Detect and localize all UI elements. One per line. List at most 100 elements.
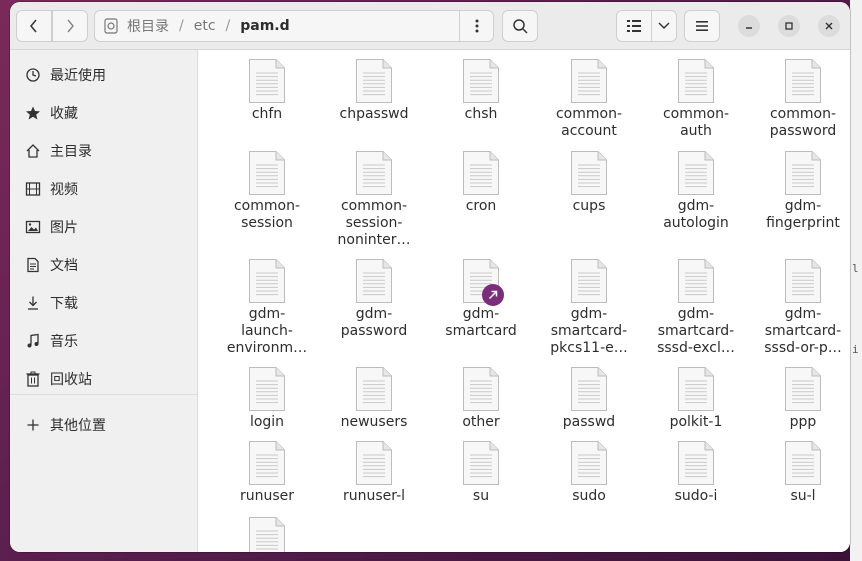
plus-icon	[24, 418, 42, 432]
disk-icon	[104, 18, 118, 34]
file-item[interactable]: gdm- smartcard- sssd-excl…	[643, 258, 749, 357]
sidebar-item-other-locations[interactable]: 其他位置	[10, 408, 198, 442]
file-item[interactable]: chsh	[428, 58, 534, 123]
file-name: gdm- smartcard- pkcs11-e…	[550, 306, 628, 356]
main-menu-button[interactable]	[684, 10, 720, 42]
file-name: other	[462, 414, 500, 430]
file-item[interactable]: passwd	[536, 366, 642, 431]
back-button[interactable]	[16, 10, 52, 42]
file-item[interactable]: su-l	[750, 440, 850, 505]
download-icon	[24, 295, 42, 311]
file-item[interactable]: gdm- smartcard- sssd-or-p…	[750, 258, 850, 357]
clock-icon	[24, 67, 42, 83]
file-item[interactable]: runuser-l	[321, 440, 427, 505]
sidebar-item-label: 文档	[50, 258, 78, 274]
sidebar-item-recent[interactable]: 最近使用	[10, 58, 198, 92]
text-file-icon	[462, 150, 500, 196]
file-name: polkit-1	[669, 414, 723, 430]
desktop-background-strip: l i	[850, 0, 862, 561]
file-name: common- account	[555, 106, 623, 139]
text-file-icon	[248, 258, 286, 304]
file-name: chsh	[464, 106, 498, 122]
view-options-dropdown[interactable]	[651, 10, 677, 42]
search-button[interactable]	[502, 10, 538, 42]
file-name: gdm- smartcard- sssd-excl…	[657, 306, 735, 356]
watermark: CSDN @补补还能用	[701, 533, 848, 552]
file-name: common- auth	[662, 106, 730, 139]
sidebar-item-label: 图片	[50, 220, 78, 236]
text-file-icon	[355, 440, 393, 486]
file-item[interactable]: common- session- noninter…	[321, 150, 427, 249]
file-item[interactable]: common- session	[214, 150, 320, 232]
file-name: runuser-l	[342, 488, 406, 504]
file-item[interactable]: other	[428, 366, 534, 431]
file-item[interactable]: gdm- fingerprint	[750, 150, 850, 232]
file-item[interactable]	[214, 516, 320, 552]
file-item[interactable]: ppp	[750, 366, 850, 431]
file-item[interactable]: gdm- smartcard	[428, 258, 534, 340]
text-file-icon	[784, 440, 822, 486]
text-file-icon	[784, 366, 822, 412]
file-item[interactable]: polkit-1	[643, 366, 749, 431]
search-icon	[513, 19, 528, 34]
file-item[interactable]: gdm- smartcard- pkcs11-e…	[536, 258, 642, 357]
text-file-icon	[677, 366, 715, 412]
text-file-icon	[462, 258, 504, 306]
file-grid: chfn chpasswd chsh common- account common- a…	[199, 50, 850, 552]
path-menu-button[interactable]	[459, 11, 493, 41]
file-item[interactable]: gdm- autologin	[643, 150, 749, 232]
text-file-icon	[355, 366, 393, 412]
sidebar-item-label: 其他位置	[50, 418, 106, 434]
list-view-icon	[627, 20, 641, 32]
sidebar-item-trash[interactable]: 回收站	[10, 362, 198, 396]
file-item[interactable]: common- account	[536, 58, 642, 140]
file-item[interactable]: runuser	[214, 440, 320, 505]
path-segment-current[interactable]: pam.d	[240, 18, 289, 34]
file-item[interactable]: cron	[428, 150, 534, 215]
sidebar-item-label: 下载	[50, 296, 78, 312]
sidebar-item-music[interactable]: 音乐	[10, 324, 198, 358]
sidebar-item-label: 最近使用	[50, 68, 106, 84]
minimize-button[interactable]	[738, 15, 760, 37]
sidebar-item-downloads[interactable]: 下载	[10, 286, 198, 320]
text-file-icon	[677, 258, 715, 304]
file-name: su	[472, 488, 490, 504]
list-view-button[interactable]	[616, 10, 652, 42]
text-file-icon	[677, 150, 715, 196]
forward-button[interactable]	[52, 10, 88, 42]
file-name: chpasswd	[339, 106, 409, 122]
text-file-icon	[355, 258, 393, 304]
file-item[interactable]: common- password	[750, 58, 850, 140]
file-item[interactable]: chpasswd	[321, 58, 427, 123]
path-segment-etc[interactable]: etc	[194, 18, 216, 34]
sidebar-item-home[interactable]: 主目录	[10, 134, 198, 168]
file-name: gdm- smartcard	[445, 306, 517, 339]
file-item[interactable]: chfn	[214, 58, 320, 123]
document-icon	[24, 257, 42, 273]
sidebar-item-starred[interactable]: 收藏	[10, 96, 198, 130]
sidebar-item-documents[interactable]: 文档	[10, 248, 198, 282]
file-item[interactable]: login	[214, 366, 320, 431]
file-item[interactable]: su	[428, 440, 534, 505]
maximize-button[interactable]	[778, 15, 800, 37]
file-manager-window: 根目录 / etc / pam.d 最近使用 收藏 主目录 视频 图片 文档 下…	[10, 2, 850, 552]
text-file-icon	[248, 150, 286, 196]
file-item[interactable]: newusers	[321, 366, 427, 431]
file-item[interactable]: gdm- launch- environm…	[214, 258, 320, 357]
file-item[interactable]: sudo	[536, 440, 642, 505]
home-icon	[24, 143, 42, 159]
file-name: common- password	[769, 106, 837, 139]
file-item[interactable]: sudo-i	[643, 440, 749, 505]
file-item[interactable]: common- auth	[643, 58, 749, 140]
chevron-left-icon	[30, 19, 37, 33]
close-button[interactable]	[818, 15, 840, 37]
sidebar-item-pictures[interactable]: 图片	[10, 210, 198, 244]
path-segment-root[interactable]: 根目录	[127, 16, 169, 36]
header-bar: 根目录 / etc / pam.d	[10, 2, 850, 50]
text-file-icon	[570, 440, 608, 486]
file-item[interactable]: cups	[536, 150, 642, 215]
sidebar-item-videos[interactable]: 视频	[10, 172, 198, 206]
text-file-icon	[355, 150, 393, 196]
file-name: newusers	[340, 414, 408, 430]
file-item[interactable]: gdm- password	[321, 258, 427, 340]
